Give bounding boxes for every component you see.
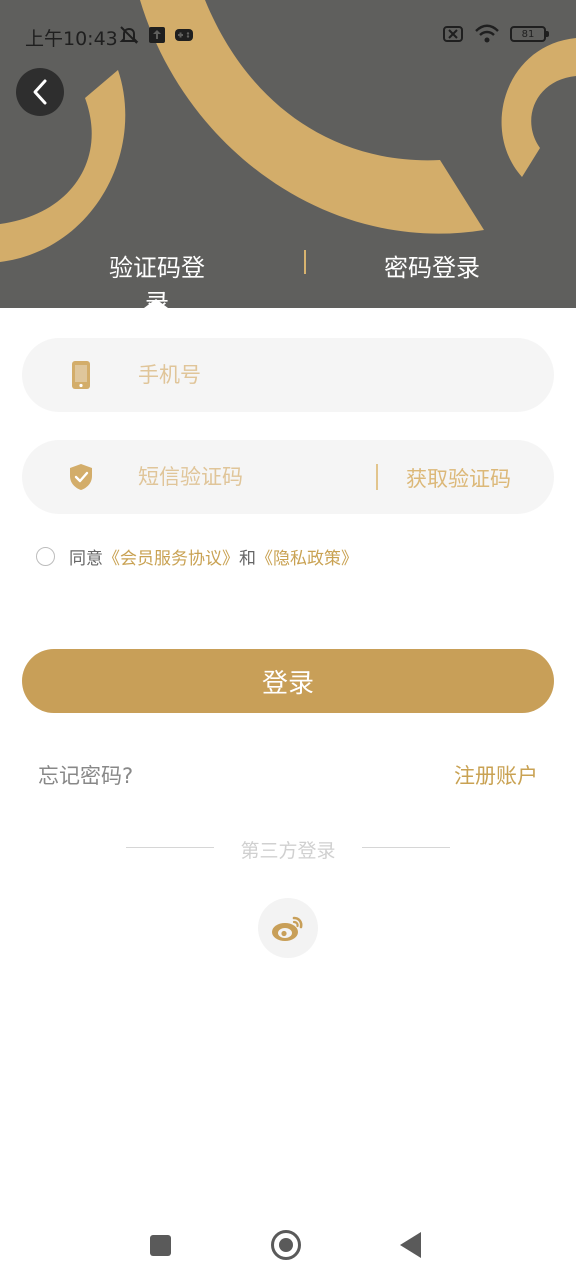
forgot-password-link[interactable]: 忘记密码?: [38, 760, 133, 790]
mute-bell-icon: [119, 26, 139, 44]
status-bar: 上午10:43 81: [0, 0, 576, 72]
system-back-button[interactable]: [400, 1232, 421, 1258]
third-party-divider-right: [362, 847, 450, 848]
chevron-left-icon: [33, 79, 47, 105]
third-party-label: 第三方登录: [240, 840, 336, 862]
home-button[interactable]: [271, 1230, 301, 1260]
wifi-icon: [475, 24, 499, 43]
active-tab-indicator: [144, 299, 168, 308]
login-button[interactable]: 登录: [22, 649, 554, 713]
login-tabs: 验证码登录 密码登录: [0, 240, 576, 308]
agreement-prefix: 同意: [69, 548, 103, 569]
sms-code-input[interactable]: [138, 440, 388, 514]
tab-password-login[interactable]: 密码登录: [384, 248, 480, 283]
battery-level: 81: [521, 28, 535, 40]
code-divider: [376, 464, 378, 490]
status-time: 上午10:43: [25, 28, 118, 50]
phone-icon: [72, 361, 90, 389]
shield-check-icon: [70, 464, 92, 490]
third-party-divider-left: [126, 847, 214, 848]
back-button[interactable]: [16, 68, 64, 116]
privacy-policy-link[interactable]: 《隐私政策》: [256, 544, 358, 569]
phone-field: [22, 338, 554, 412]
phone-input[interactable]: [138, 338, 538, 412]
weibo-icon: [272, 916, 303, 941]
sms-code-field: 获取验证码: [22, 440, 554, 514]
upload-icon: [149, 27, 165, 43]
recent-apps-button[interactable]: [150, 1235, 171, 1256]
agreement-and: 和: [239, 548, 256, 569]
member-agreement-link[interactable]: 《会员服务协议》: [103, 544, 239, 569]
battery-indicator: 81: [510, 26, 549, 42]
agreement-radio[interactable]: [36, 546, 55, 566]
header: 上午10:43 81 验证码登录 密码登录: [0, 0, 576, 308]
agreement-row: 同意 《会员服务协议》 和 《隐私政策》: [36, 544, 358, 569]
weibo-login-button[interactable]: [258, 898, 318, 958]
system-nav-bar: [0, 1200, 576, 1280]
tab-divider: [304, 250, 306, 274]
gamepad-icon: [175, 29, 193, 41]
no-sim-icon: [443, 26, 463, 42]
get-code-button[interactable]: 获取验证码: [406, 463, 511, 493]
register-account-link[interactable]: 注册账户: [454, 760, 538, 790]
